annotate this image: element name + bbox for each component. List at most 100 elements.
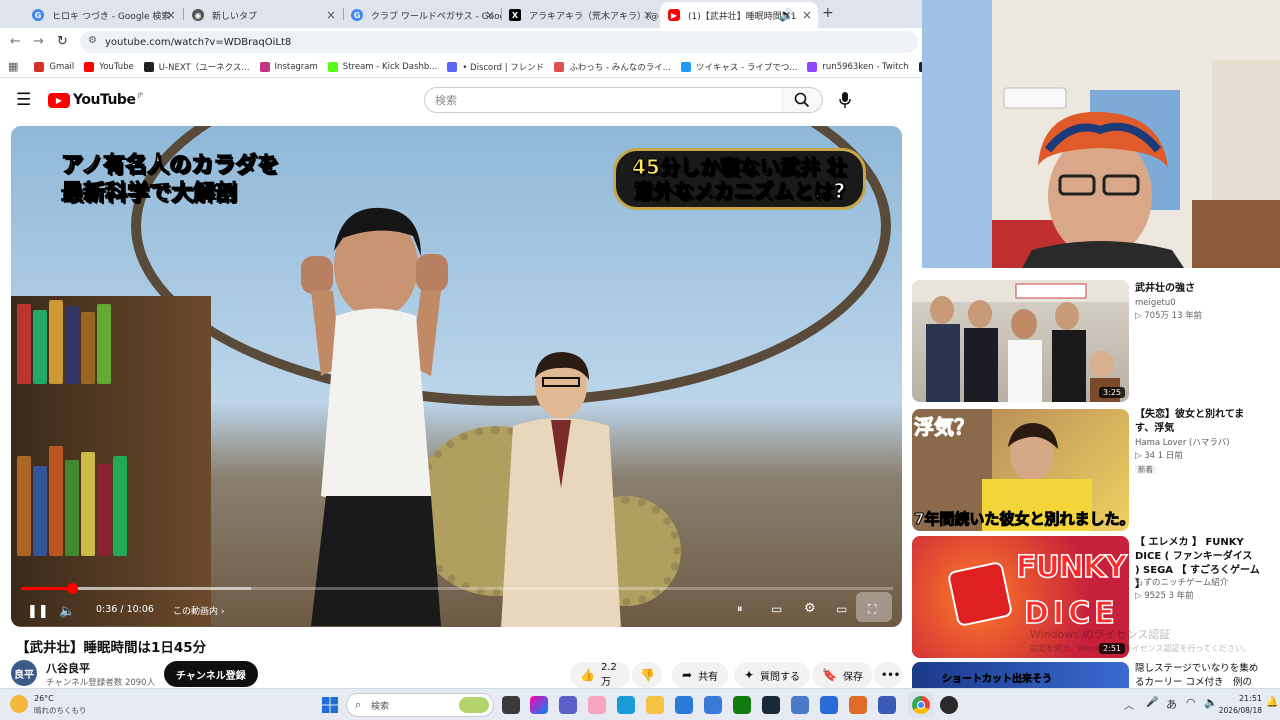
thumbs-down-icon: 👎: [640, 668, 655, 682]
bookmark-item[interactable]: Instagram: [259, 61, 318, 73]
search-icon: ⌕: [355, 698, 362, 711]
reload-icon[interactable]: ↻: [57, 34, 68, 49]
bookmark-item[interactable]: • Discord | フレンド: [447, 61, 544, 73]
close-icon[interactable]: ×: [166, 8, 176, 22]
recommended-thumbnail[interactable]: 浮気？ 7年間続いた彼女と別れました。: [912, 409, 1129, 531]
subscriber-count: チャンネル登録者数 2090人: [46, 678, 156, 688]
bookmark-label: U-NEXT（ユーネクス...: [158, 62, 250, 73]
copilot-icon[interactable]: [530, 696, 548, 714]
windows-start-icon[interactable]: [322, 697, 338, 713]
close-icon[interactable]: ×: [802, 8, 812, 22]
channel-name[interactable]: 八谷良平: [46, 660, 90, 676]
tab-google-search-1[interactable]: G ヒロキ つづき - Google 検索 ×: [24, 2, 182, 28]
tab-new-tab[interactable]: ◉ 新しいタブ ×: [184, 2, 342, 28]
weather-icon[interactable]: [10, 695, 28, 713]
recommended-channel[interactable]: Hama Lover (ハマラバ): [1135, 437, 1230, 450]
notification-bell-icon[interactable]: 🔔: [1266, 697, 1278, 708]
tab-youtube-active[interactable]: ▶ (1)【武井壮】睡眠時間は1日45 🔊 ×: [660, 2, 818, 28]
dislike-button[interactable]: 👎: [632, 662, 662, 688]
windows-activation-watermark-sub: 設定を開き、Windows のライセンス認証を行ってください。: [1030, 644, 1251, 653]
bookmark-item[interactable]: Stream - Kick Dashb...: [327, 61, 437, 73]
chevron-up-icon[interactable]: ︿: [1124, 697, 1134, 712]
thumbnail-caption: FUNKY: [1015, 549, 1127, 586]
app-orange-icon[interactable]: [849, 696, 867, 714]
tab-x-profile[interactable]: X アラキアキラ（荒木アキラ）(@ara ×: [501, 2, 659, 28]
share-button[interactable]: ➦ 共有: [672, 662, 729, 688]
bookmark-item[interactable]: YouTube: [84, 61, 134, 73]
back-icon[interactable]: ←: [10, 34, 21, 49]
bookmark-item[interactable]: Gmail: [34, 61, 74, 73]
close-icon[interactable]: ×: [326, 8, 336, 22]
wifi-icon[interactable]: ◠: [1186, 696, 1196, 709]
app-lips-icon[interactable]: [588, 696, 606, 714]
bookmark-item[interactable]: run5963ken - Twitch: [807, 61, 909, 73]
recommended-channel[interactable]: もずのニッチゲーム紹介: [1135, 577, 1228, 590]
recommended-thumbnail[interactable]: 3:25: [912, 280, 1129, 402]
weather-temp[interactable]: 26°C: [34, 694, 54, 703]
played-bar: [21, 587, 73, 590]
menu-icon[interactable]: ☰: [16, 90, 31, 110]
mail-icon[interactable]: [675, 696, 693, 714]
new-tab-button[interactable]: +: [822, 5, 834, 21]
thumbnail-caption: 7年間続いた彼女と別れました。: [913, 510, 1129, 529]
xbox-icon[interactable]: [733, 696, 751, 714]
recommended-thumbnail[interactable]: ショートカット出来そう: [912, 662, 1129, 688]
tab-google-search-2[interactable]: G クラブ ワールドペガサス - Google 検 ×: [343, 2, 501, 28]
apps-grid-icon[interactable]: ▦: [8, 60, 18, 73]
pause-icon[interactable]: ❚❚: [27, 604, 49, 619]
x-icon: X: [509, 9, 521, 21]
volume-icon[interactable]: 🔈: [59, 604, 75, 619]
app-icon[interactable]: [791, 696, 809, 714]
youtube-logo[interactable]: ▶ YouTube JP: [48, 92, 143, 108]
video-player[interactable]: アノ有名人のカラダを 最新科学で大解剖 45分しか寝ない武井 壮 意外なメカニズ…: [11, 126, 902, 627]
recommended-title[interactable]: 隠しステージでいなりを集めるカーリー コメ付き 例の: [1135, 662, 1260, 690]
autoplay-toggle-icon[interactable]: ⏸: [737, 602, 743, 616]
save-button[interactable]: 🔖 保存: [812, 662, 873, 688]
more-horiz-icon: •••: [881, 669, 901, 681]
recommended-channel[interactable]: meigetu0: [1135, 297, 1176, 310]
close-icon[interactable]: ×: [643, 8, 653, 22]
store-icon[interactable]: [820, 696, 838, 714]
speaker-icon[interactable]: 🔊: [779, 8, 794, 22]
clock-date[interactable]: 2026/08/18: [1212, 706, 1262, 715]
close-icon[interactable]: ×: [485, 8, 495, 22]
subtitles-icon[interactable]: ▭: [771, 602, 782, 616]
microphone-icon[interactable]: 🎤: [1146, 697, 1158, 708]
taskbar-search-input[interactable]: ⌕ 検索: [346, 693, 494, 717]
bookmark-favicon-icon: [259, 61, 270, 72]
like-button[interactable]: 👍 2.2万: [570, 662, 630, 688]
ask-button[interactable]: ✦ 質問する: [734, 662, 811, 688]
subscribe-button[interactable]: チャンネル登録: [164, 661, 258, 687]
clock-time[interactable]: 21:51: [1222, 694, 1262, 703]
recommended-title[interactable]: 武井壮の強さ: [1135, 282, 1260, 296]
site-info-icon[interactable]: ⚙: [88, 35, 97, 46]
search-input[interactable]: 検索: [424, 87, 782, 113]
outlook-icon[interactable]: [704, 696, 722, 714]
file-explorer-icon[interactable]: [646, 696, 664, 714]
weather-desc[interactable]: 晴れのちくもり: [34, 705, 87, 716]
video-scene-bookshelf: [11, 296, 211, 626]
bookmark-item[interactable]: ふわっち - みんなのライ...: [554, 61, 671, 73]
ime-indicator[interactable]: あ: [1166, 696, 1177, 712]
chapter-link[interactable]: この動画内 ›: [173, 604, 224, 617]
forward-icon[interactable]: →: [33, 34, 44, 49]
steam-icon[interactable]: [762, 696, 780, 714]
notepad-icon[interactable]: [878, 696, 896, 714]
teams-icon[interactable]: [559, 696, 577, 714]
channel-avatar[interactable]: 良平: [11, 660, 37, 686]
more-actions-button[interactable]: •••: [874, 662, 902, 688]
bookmark-item[interactable]: ツイキャス - ライブでつ...: [680, 61, 797, 73]
search-button[interactable]: [781, 87, 823, 113]
recommended-title[interactable]: 【失恋】彼女と別れてます、浮気: [1135, 408, 1260, 436]
task-view-icon[interactable]: [502, 696, 520, 714]
video-progress-bar[interactable]: [21, 583, 893, 594]
obs-icon[interactable]: [940, 696, 958, 714]
address-bar[interactable]: ⚙ youtube.com/watch?v=WDBraqOiLt8: [80, 31, 918, 53]
voice-search-button[interactable]: [832, 87, 858, 113]
theater-mode-icon[interactable]: ▭: [836, 602, 847, 616]
settings-gear-icon[interactable]: ⚙: [804, 601, 816, 616]
chrome-taskbar-active[interactable]: [908, 692, 934, 718]
video-person-in-suit: [501, 352, 621, 627]
edge-icon[interactable]: [617, 696, 635, 714]
bookmark-item[interactable]: U-NEXT（ユーネクス...: [143, 61, 250, 73]
